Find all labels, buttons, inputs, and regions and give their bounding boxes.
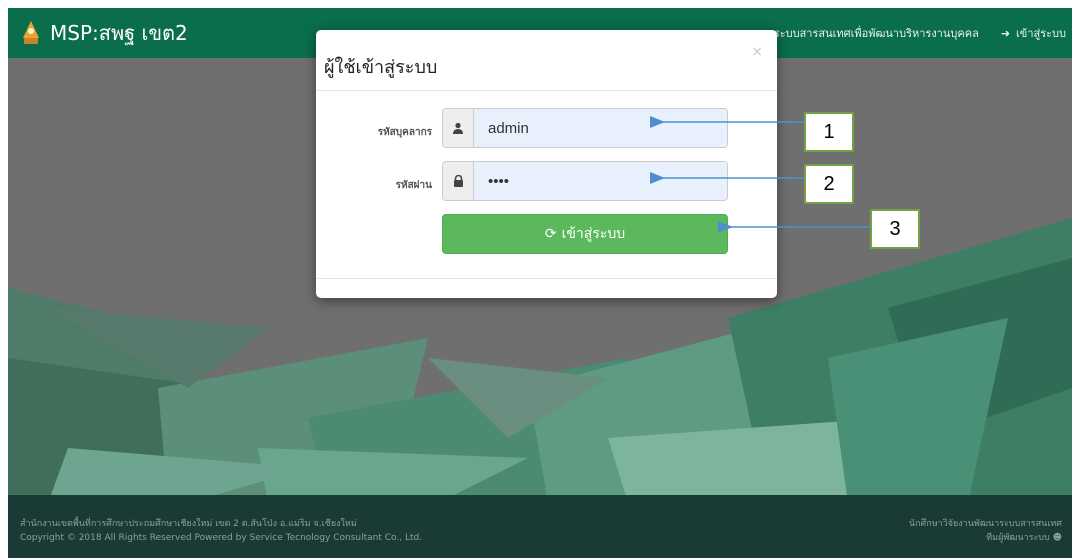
footer-team-label: ทีมผู้พัฒนาระบบ — [986, 533, 1050, 543]
logo-icon — [23, 21, 39, 44]
login-modal: ผู้ใช้เข้าสู่ระบบ × รหัสบุคลากร รหัสผ่าน… — [316, 30, 777, 298]
login-button-label: เข้าสู่ระบบ — [561, 226, 626, 242]
nav-links: ระบบสารสนเทศเพื่อพัฒนาบริหารงานบุคคล ➜ เ… — [752, 8, 1066, 58]
username-input[interactable] — [474, 109, 727, 147]
modal-footer — [316, 278, 777, 279]
footer-team: ทีมผู้พัฒนาระบบ ☻ — [909, 531, 1062, 545]
footer-left: สำนักงานเขตพื้นที่การศึกษาประถมศึกษาเชีย… — [20, 517, 422, 545]
username-group — [442, 108, 728, 148]
nav-link-system[interactable]: ระบบสารสนเทศเพื่อพัฒนาบริหารงานบุคคล — [774, 24, 979, 42]
password-input[interactable] — [474, 162, 727, 200]
modal-header: ผู้ใช้เข้าสู่ระบบ × — [316, 30, 777, 91]
close-button[interactable]: × — [751, 44, 763, 60]
password-group — [442, 161, 728, 201]
footer: สำนักงานเขตพื้นที่การศึกษาประถมศึกษาเชีย… — [8, 495, 1072, 558]
callout-1: 1 — [804, 112, 854, 152]
footer-credit: นักศึกษาวิจัยงานพัฒนาระบบสารสนเทศ — [908, 519, 1062, 529]
footer-copyright: Copyright © 2018 All Rights Reserved Pow… — [20, 533, 423, 543]
nav-link-login[interactable]: ➜ เข้าสู่ระบบ — [1001, 24, 1066, 42]
lock-icon — [443, 162, 474, 200]
sign-in-icon: ➜ — [1000, 26, 1011, 40]
app-frame: MSP:สพฐ เขต2 ระบบสารสนเทศเพื่อพัฒนาบริหา… — [8, 8, 1072, 558]
user-icon — [443, 109, 474, 147]
modal-title: ผู้ใช้เข้าสู่ระบบ — [324, 57, 438, 78]
login-button[interactable]: ⟳ เข้าสู่ระบบ — [442, 214, 728, 254]
callout-3: 3 — [870, 209, 920, 249]
footer-right: นักศึกษาวิจัยงานพัฒนาระบบสารสนเทศ ทีมผู้… — [909, 517, 1062, 545]
username-label: รหัสบุคลากร — [377, 127, 432, 138]
refresh-icon: ⟳ — [544, 226, 557, 242]
brand[interactable]: MSP:สพฐ เขต2 — [20, 17, 188, 49]
brand-title: MSP:สพฐ เขต2 — [50, 21, 188, 45]
nav-login-label: เข้าสู่ระบบ — [1016, 27, 1066, 40]
footer-address: สำนักงานเขตพื้นที่การศึกษาประถมศึกษาเชีย… — [20, 519, 357, 529]
password-label: รหัสผ่าน — [395, 180, 432, 191]
callout-2: 2 — [804, 164, 854, 204]
users-icon: ☻ — [1052, 533, 1062, 543]
